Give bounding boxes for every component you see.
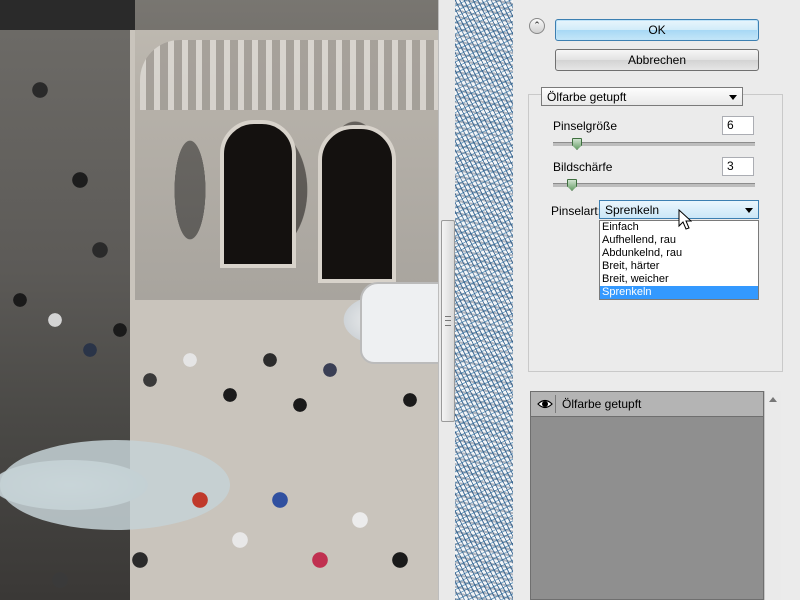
brush-size-input[interactable]: 6 <box>722 116 754 135</box>
crowd-of-people <box>0 0 438 600</box>
scrollbar-grip-icon <box>445 316 451 326</box>
dropdown-option[interactable]: Breit, weicher <box>600 273 758 286</box>
dropdown-option[interactable]: Abdunkelnd, rau <box>600 247 758 260</box>
filter-preview-canvas[interactable] <box>0 0 438 600</box>
eye-icon[interactable] <box>535 395 556 413</box>
double-chevron-up-icon[interactable]: ⌃ <box>529 18 545 34</box>
scroll-up-arrow-icon[interactable] <box>769 397 777 402</box>
dropdown-option[interactable]: Aufhellend, rau <box>600 234 758 247</box>
chevron-down-icon <box>729 95 737 100</box>
brush-type-dropdown-list[interactable]: Einfach Aufhellend, rau Abdunkelnd, rau … <box>599 220 759 300</box>
sharpness-label: Bildschärfe <box>553 160 613 174</box>
effect-layer-row[interactable]: Ölfarbe getupft <box>531 392 763 417</box>
effect-layer-name: Ölfarbe getupft <box>562 397 642 411</box>
preview-vertical-scrollbar[interactable] <box>438 0 456 600</box>
dropdown-option-selected[interactable]: Sprenkeln <box>600 286 758 299</box>
ok-button[interactable]: OK <box>555 19 759 41</box>
mouse-pointer-icon <box>678 209 692 230</box>
scrollbar-thumb[interactable] <box>441 220 455 422</box>
filter-select[interactable]: Ölfarbe getupft <box>541 87 743 106</box>
effect-layers-list[interactable]: Ölfarbe getupft <box>530 391 764 600</box>
filter-select-value: Ölfarbe getupft <box>547 90 627 104</box>
brush-size-label: Pinselgröße <box>553 119 618 133</box>
layers-scrollbar[interactable] <box>764 391 781 600</box>
dropdown-option[interactable]: Breit, härter <box>600 260 758 273</box>
brush-size-slider[interactable] <box>553 138 755 150</box>
cancel-button[interactable]: Abbrechen <box>555 49 759 71</box>
sharpness-slider[interactable] <box>553 179 755 191</box>
brush-type-select-value: Sprenkeln <box>605 203 660 217</box>
brush-type-label: Pinselart: <box>551 204 602 218</box>
chevron-down-icon <box>745 208 753 213</box>
filter-thumbnail-strip[interactable] <box>455 0 513 600</box>
sharpness-input[interactable]: 3 <box>722 157 754 176</box>
